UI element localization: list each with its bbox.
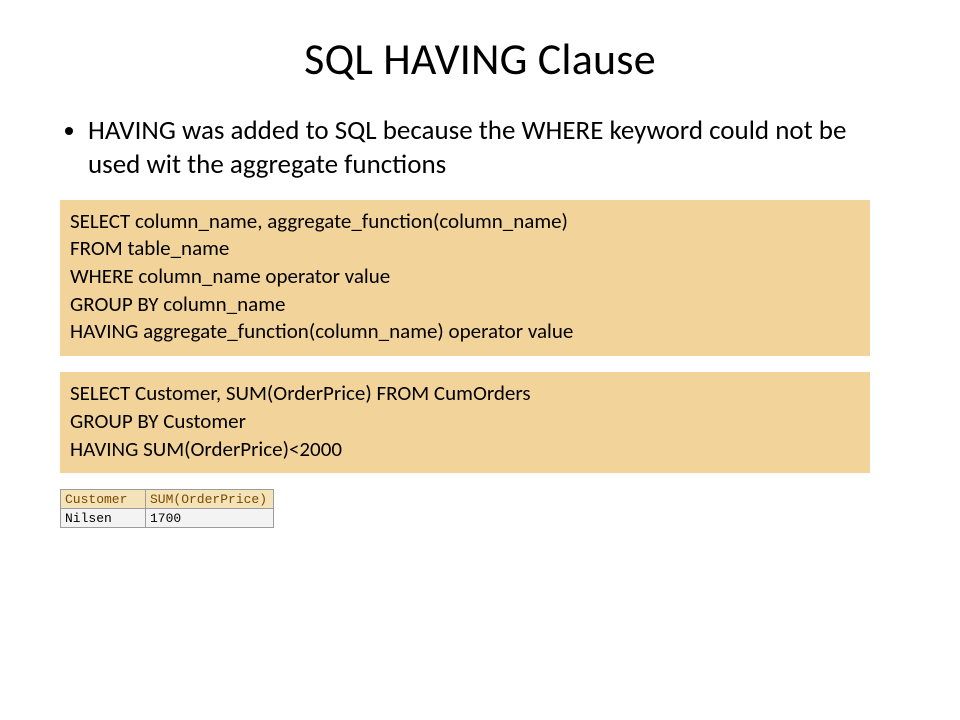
bullet-item: HAVING was added to SQL because the WHER… xyxy=(88,114,900,182)
bullet-list: HAVING was added to SQL because the WHER… xyxy=(60,114,900,182)
table-header-row: Customer SUM(OrderPrice) xyxy=(61,490,274,509)
header-sum: SUM(OrderPrice) xyxy=(146,490,274,509)
result-table: Customer SUM(OrderPrice) Nilsen 1700 xyxy=(60,489,274,528)
header-customer: Customer xyxy=(61,490,146,509)
sql-syntax-box: SELECT column_name, aggregate_function(c… xyxy=(60,200,870,357)
cell-customer: Nilsen xyxy=(61,509,146,528)
cell-sum: 1700 xyxy=(146,509,274,528)
slide: SQL HAVING Clause HAVING was added to SQ… xyxy=(0,0,960,720)
sql-example-box: SELECT Customer, SUM(OrderPrice) FROM Cu… xyxy=(60,372,870,473)
slide-title: SQL HAVING Clause xyxy=(60,32,900,86)
table-row: Nilsen 1700 xyxy=(61,509,274,528)
